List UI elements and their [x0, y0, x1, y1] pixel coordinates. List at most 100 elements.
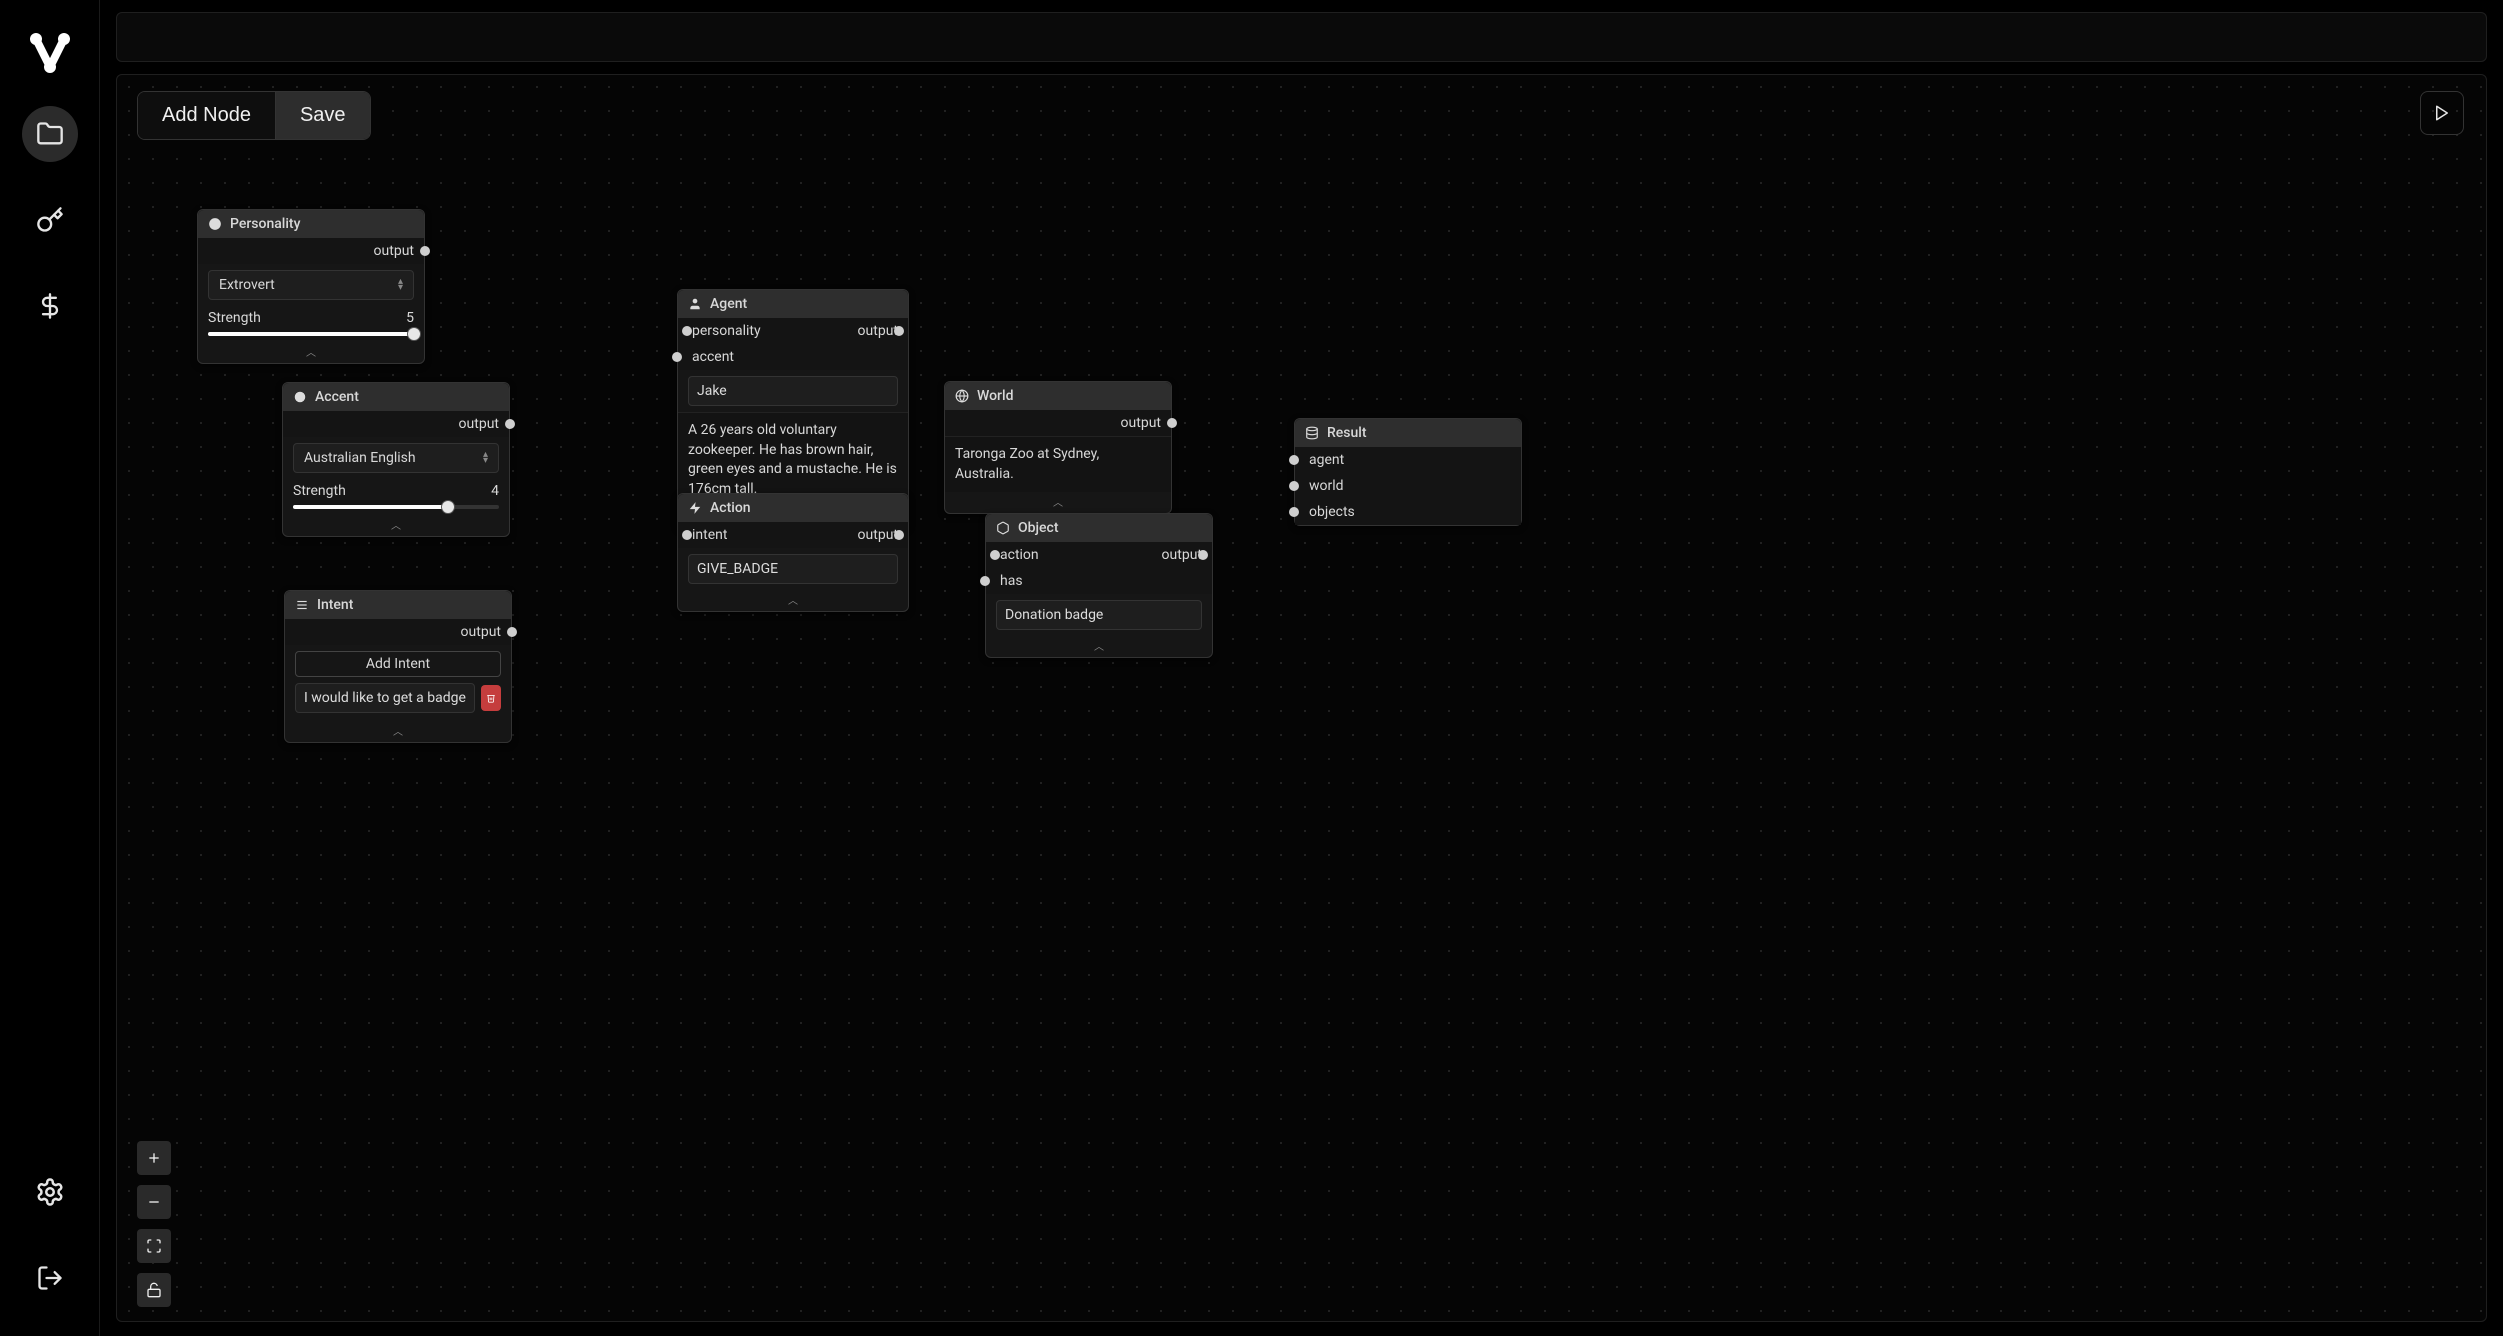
- collapse-toggle[interactable]: ︿: [945, 492, 1171, 513]
- fit-view-button[interactable]: [137, 1229, 171, 1263]
- port-label: output: [374, 243, 414, 259]
- port-label: intent: [692, 527, 727, 543]
- delete-intent-button[interactable]: [481, 685, 501, 711]
- select-value: Australian English: [304, 450, 416, 466]
- intent-item-input[interactable]: I would like to get a badge: [295, 683, 475, 713]
- accent-strength-slider[interactable]: [293, 505, 499, 509]
- port-label: has: [1000, 573, 1023, 589]
- collapse-toggle[interactable]: ︿: [283, 515, 509, 536]
- node-header[interactable]: Result: [1295, 419, 1521, 447]
- agent-name-input[interactable]: Jake: [688, 376, 898, 406]
- node-accent[interactable]: Accent output Australian English ▴▾ Stre…: [282, 382, 510, 537]
- sidebar-item-key[interactable]: [22, 192, 78, 248]
- app-logo: [27, 30, 73, 76]
- save-button[interactable]: Save: [275, 92, 370, 139]
- port-objects[interactable]: objects: [1295, 499, 1521, 525]
- node-action[interactable]: Action intent output GIVE_BADGE ︿: [677, 493, 909, 612]
- port-output[interactable]: output: [858, 323, 898, 339]
- logout-icon: [36, 1264, 64, 1292]
- strength-label: Strength: [293, 483, 346, 499]
- node-title: Agent: [710, 296, 747, 312]
- node-header[interactable]: Action: [678, 494, 908, 522]
- personality-select[interactable]: Extrovert ▴▾: [208, 270, 414, 300]
- sidebar-item-billing[interactable]: [22, 278, 78, 334]
- node-header[interactable]: World: [945, 382, 1171, 410]
- personality-strength-slider[interactable]: [208, 332, 414, 336]
- port-output[interactable]: output: [283, 411, 509, 437]
- trash-icon: [486, 692, 496, 704]
- port-dot-out[interactable]: [505, 419, 515, 429]
- accent-icon: [293, 390, 307, 404]
- port-world[interactable]: world: [1295, 473, 1521, 499]
- sidebar-item-settings[interactable]: [22, 1164, 78, 1220]
- port-output[interactable]: output: [1162, 547, 1202, 563]
- main: Add Node Save Personal: [100, 0, 2503, 1336]
- sidebar-nav: [22, 106, 78, 334]
- bolt-icon: [688, 501, 702, 515]
- port-personality[interactable]: personality: [688, 323, 761, 339]
- minus-icon: [146, 1194, 162, 1210]
- collapse-toggle[interactable]: ︿: [198, 342, 424, 363]
- node-title: Action: [710, 500, 751, 516]
- node-personality[interactable]: Personality output Extrovert ▴▾ Strength…: [197, 209, 425, 364]
- node-object[interactable]: Object action output has Donation badge …: [985, 513, 1213, 658]
- node-result[interactable]: Result agent world objects: [1294, 418, 1522, 526]
- action-value-input[interactable]: GIVE_BADGE: [688, 554, 898, 584]
- strength-value: 4: [491, 483, 499, 499]
- node-header[interactable]: Intent: [285, 591, 511, 619]
- node-header[interactable]: Agent: [678, 290, 908, 318]
- port-label: objects: [1309, 504, 1355, 520]
- port-output[interactable]: output: [945, 410, 1171, 436]
- plus-icon: [146, 1150, 162, 1166]
- port-label: output: [459, 416, 499, 432]
- object-value-input[interactable]: Donation badge: [996, 600, 1202, 630]
- port-intent[interactable]: intent: [688, 527, 727, 543]
- run-button[interactable]: [2420, 91, 2464, 135]
- port-accent[interactable]: accent: [678, 344, 908, 370]
- node-title: Personality: [230, 216, 300, 232]
- world-description[interactable]: Taronga Zoo at Sydney, Australia.: [945, 436, 1171, 492]
- sidebar-bottom: [22, 1164, 78, 1306]
- node-header[interactable]: Object: [986, 514, 1212, 542]
- node-world[interactable]: World output Taronga Zoo at Sydney, Aust…: [944, 381, 1172, 514]
- port-agent[interactable]: agent: [1295, 447, 1521, 473]
- key-icon: [36, 206, 64, 234]
- sidebar-item-folder[interactable]: [22, 106, 78, 162]
- canvas[interactable]: Add Node Save Personal: [116, 74, 2487, 1322]
- port-label: agent: [1309, 452, 1344, 468]
- slider-thumb[interactable]: [441, 500, 455, 514]
- play-icon: [2433, 104, 2451, 122]
- port-has[interactable]: has: [986, 568, 1212, 594]
- node-title: Intent: [317, 597, 353, 613]
- port-output[interactable]: output: [198, 238, 424, 264]
- unlock-icon: [146, 1282, 162, 1298]
- port-output[interactable]: output: [285, 619, 511, 645]
- zoom-out-button[interactable]: [137, 1185, 171, 1219]
- node-intent[interactable]: Intent output Add Intent I would like to…: [284, 590, 512, 743]
- accent-select[interactable]: Australian English ▴▾: [293, 443, 499, 473]
- node-title: Accent: [315, 389, 359, 405]
- node-header[interactable]: Personality: [198, 210, 424, 238]
- add-node-button[interactable]: Add Node: [138, 92, 275, 139]
- personality-icon: [208, 217, 222, 231]
- port-output[interactable]: output: [858, 527, 898, 543]
- port-label: world: [1309, 478, 1344, 494]
- database-icon: [1305, 426, 1319, 440]
- slider-thumb[interactable]: [407, 327, 421, 341]
- port-row-top: personality output: [678, 318, 908, 344]
- collapse-toggle[interactable]: ︿: [285, 721, 511, 742]
- fullscreen-icon: [146, 1238, 162, 1254]
- port-dot-out[interactable]: [507, 627, 517, 637]
- gear-icon: [35, 1177, 65, 1207]
- lock-button[interactable]: [137, 1273, 171, 1307]
- zoom-in-button[interactable]: [137, 1141, 171, 1175]
- sidebar-item-logout[interactable]: [22, 1250, 78, 1306]
- port-action[interactable]: action: [996, 547, 1039, 563]
- port-dot-out[interactable]: [420, 246, 430, 256]
- add-intent-button[interactable]: Add Intent: [295, 651, 501, 677]
- collapse-toggle[interactable]: ︿: [986, 636, 1212, 657]
- node-header[interactable]: Accent: [283, 383, 509, 411]
- port-label: accent: [692, 349, 734, 365]
- port-dot-out[interactable]: [1167, 418, 1177, 428]
- collapse-toggle[interactable]: ︿: [678, 590, 908, 611]
